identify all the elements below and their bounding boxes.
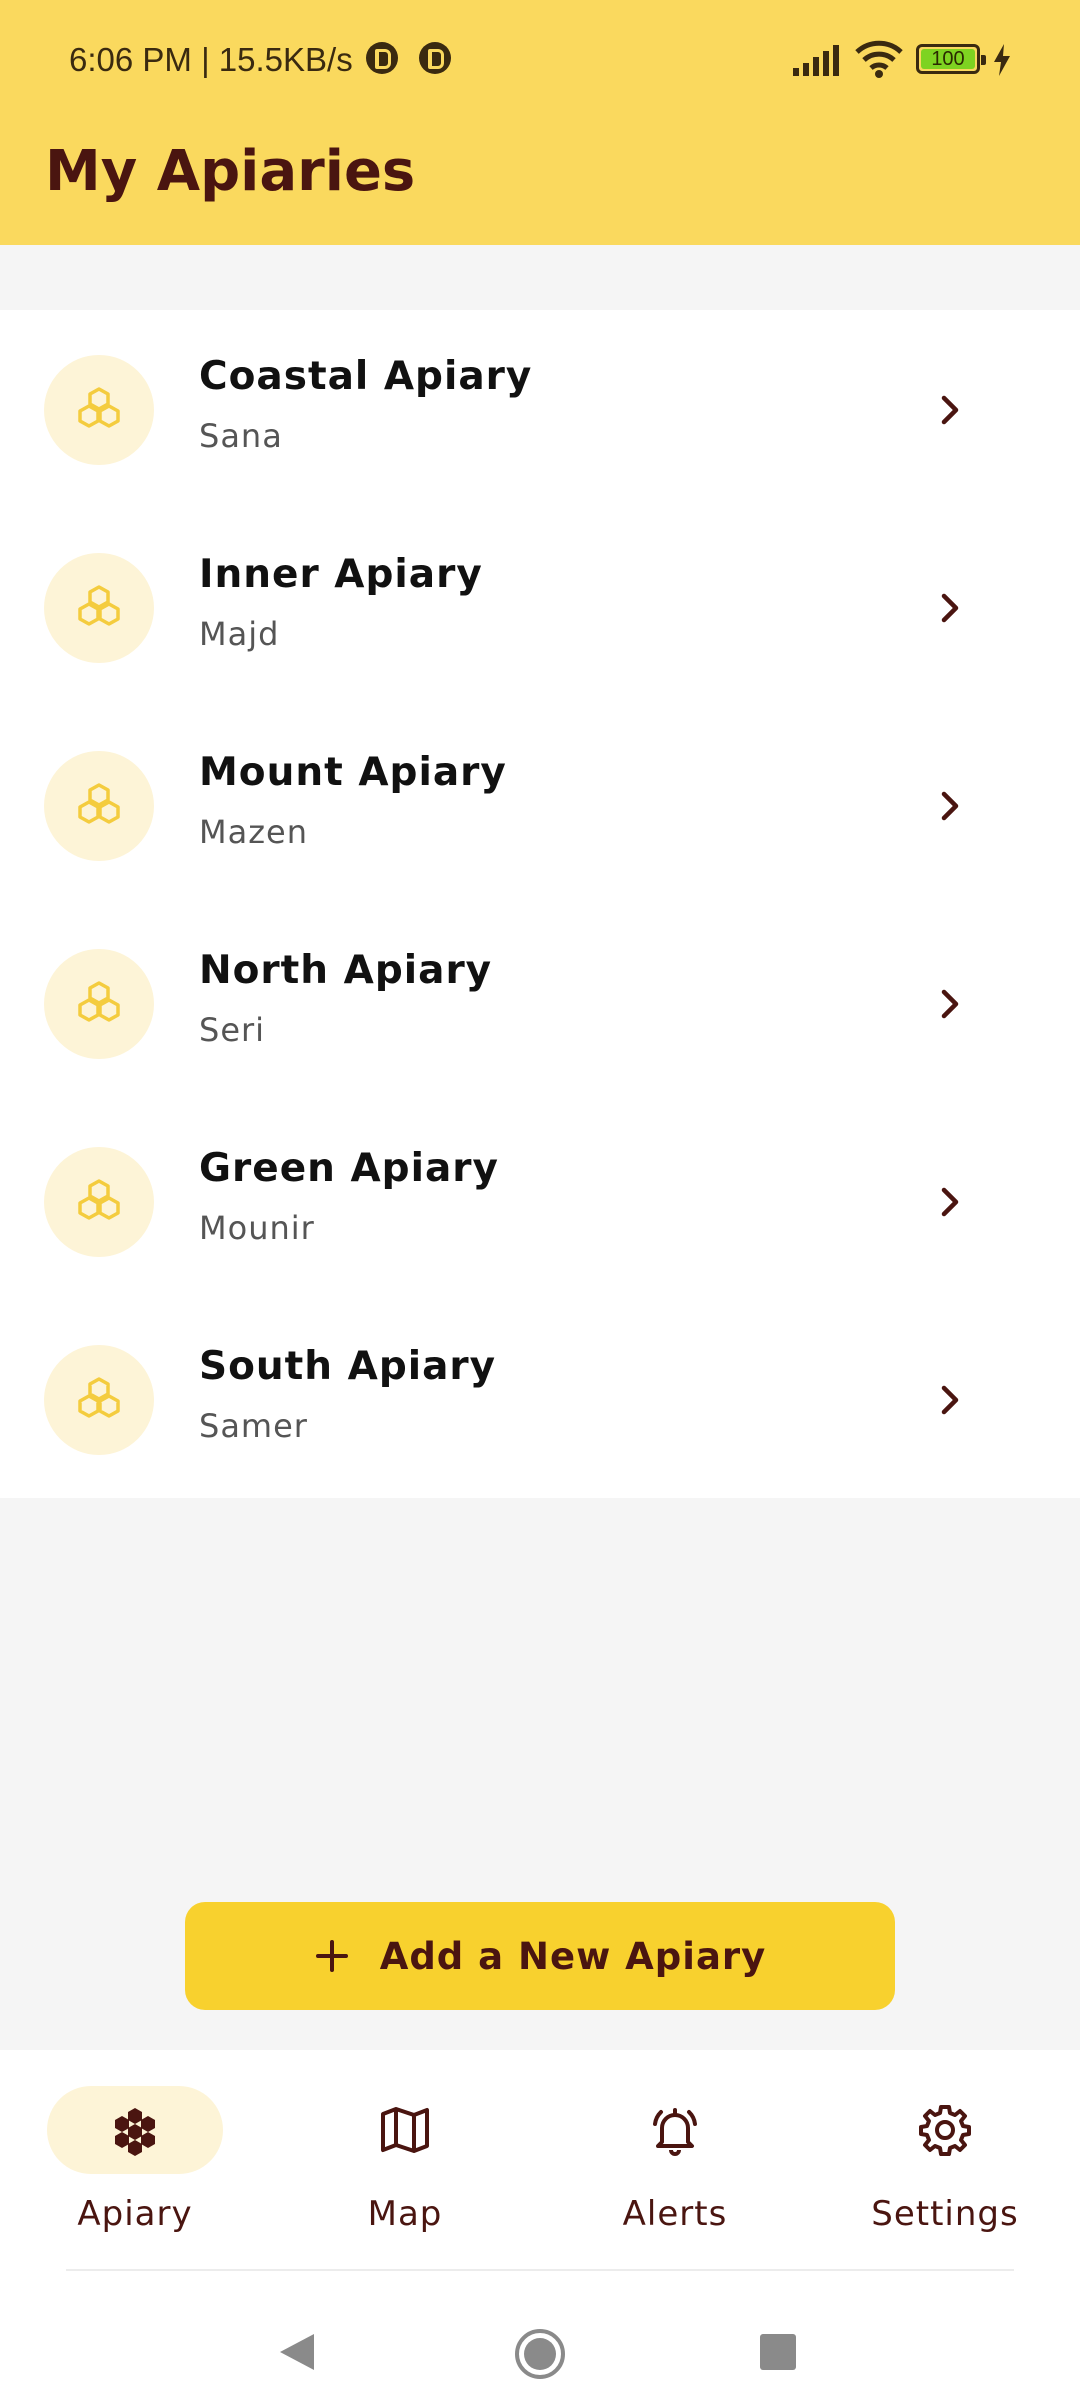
nav-label-alerts: Alerts — [622, 2194, 728, 2234]
recents-icon[interactable] — [760, 2334, 796, 2370]
chevron-right-icon — [941, 1187, 959, 1217]
home-icon[interactable] — [514, 2328, 566, 2380]
honeycomb-outline-icon — [78, 981, 120, 1022]
apiary-name: Coastal Apiary — [199, 354, 533, 399]
nav-item-settings[interactable]: Settings — [835, 2086, 1065, 2286]
apiary-owner: Mounir — [199, 1209, 315, 1247]
avatar — [44, 1147, 154, 1257]
battery-level: 100 — [931, 48, 965, 70]
p-app-icon — [419, 42, 451, 74]
avatar — [44, 949, 154, 1059]
chevron-right-icon — [941, 395, 959, 425]
nav-label-settings: Settings — [871, 2194, 1019, 2234]
nav-item-apiary[interactable]: Apiary — [25, 2086, 255, 2286]
nav-divider — [66, 2269, 1014, 2271]
status-time: 6:06 PM | 15.5KB/s — [69, 41, 353, 78]
list-item[interactable]: South Apiary Samer — [0, 1300, 1080, 1498]
apiary-name: North Apiary — [199, 948, 493, 993]
honeycomb-outline-icon — [78, 1179, 120, 1220]
nav-item-alerts[interactable]: Alerts — [565, 2086, 795, 2286]
signal-icon — [793, 45, 839, 76]
apiary-name: South Apiary — [199, 1344, 497, 1389]
apiary-owner: Majd — [199, 615, 280, 653]
app-header: 6:06 PM | 15.5KB/s 100 My Apiaries — [0, 0, 1080, 245]
battery-icon: 100 — [916, 44, 986, 74]
plus-icon — [315, 1940, 348, 1972]
apiary-list: Coastal Apiary Sana Inner Apiary Majd Mo… — [0, 310, 1080, 1498]
chevron-right-icon — [941, 989, 959, 1019]
list-item[interactable]: Inner Apiary Majd — [0, 508, 1080, 706]
p-app-icon — [366, 42, 398, 74]
bottom-navigation: Apiary Map Alerts Settings — [0, 2050, 1080, 2400]
apiary-name: Inner Apiary — [199, 552, 483, 597]
honeycomb-outline-icon — [78, 1377, 120, 1418]
nav-item-map[interactable]: Map — [295, 2086, 525, 2286]
avatar — [44, 355, 154, 465]
bell-icon — [653, 2108, 697, 2156]
add-apiary-label: Add a New Apiary — [379, 1934, 767, 1978]
add-apiary-button[interactable]: Add a New Apiary — [185, 1902, 895, 2010]
nav-label-apiary: Apiary — [77, 2194, 193, 2234]
gear-icon — [919, 2105, 971, 2156]
map-icon — [381, 2107, 429, 2153]
apiary-owner: Mazen — [199, 813, 308, 851]
chevron-right-icon — [941, 1385, 959, 1415]
charging-icon — [994, 44, 1010, 76]
honeycomb-icon — [115, 2108, 155, 2156]
list-item[interactable]: Coastal Apiary Sana — [0, 310, 1080, 508]
wifi-icon — [855, 40, 903, 78]
list-item[interactable]: Green Apiary Mounir — [0, 1102, 1080, 1300]
apiary-name: Mount Apiary — [199, 750, 507, 795]
honeycomb-outline-icon — [78, 585, 120, 626]
avatar — [44, 553, 154, 663]
list-item[interactable]: Mount Apiary Mazen — [0, 706, 1080, 904]
nav-label-map: Map — [367, 2194, 443, 2234]
back-icon[interactable] — [278, 2332, 316, 2372]
avatar — [44, 751, 154, 861]
apiary-owner: Seri — [199, 1011, 266, 1049]
page-title: My Apiaries — [45, 139, 416, 204]
chevron-right-icon — [941, 791, 959, 821]
apiary-name: Green Apiary — [199, 1146, 499, 1191]
chevron-right-icon — [941, 593, 959, 623]
status-bar: 6:06 PM | 15.5KB/s 100 — [0, 0, 1080, 120]
list-item[interactable]: North Apiary Seri — [0, 904, 1080, 1102]
honeycomb-outline-icon — [78, 783, 120, 824]
apiary-owner: Samer — [199, 1407, 308, 1445]
apiary-owner: Sana — [199, 417, 283, 455]
avatar — [44, 1345, 154, 1455]
honeycomb-outline-icon — [78, 387, 120, 428]
